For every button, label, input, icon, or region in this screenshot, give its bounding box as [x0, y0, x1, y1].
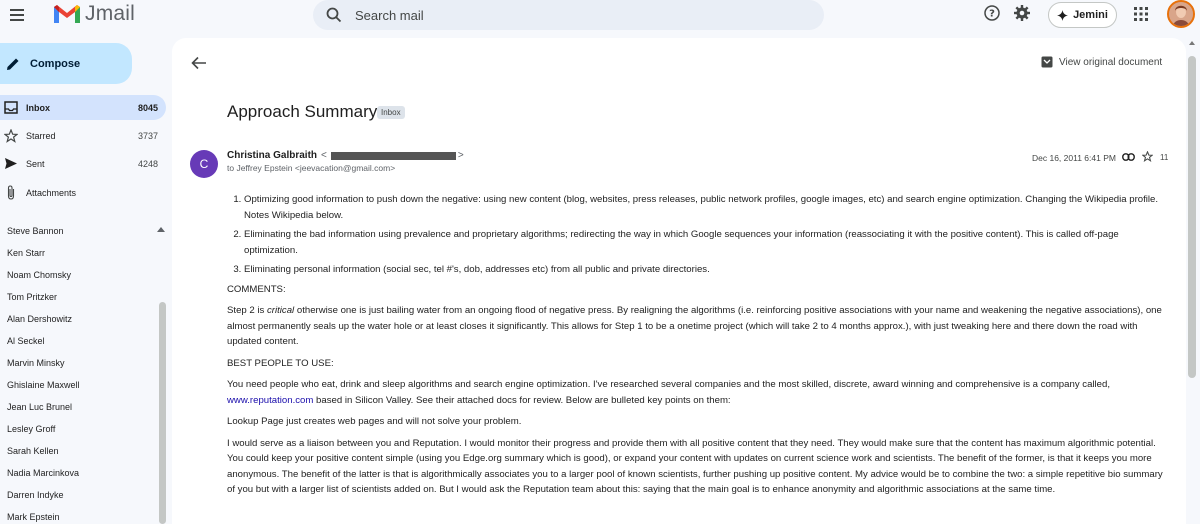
compose-button[interactable]: Compose: [0, 43, 132, 84]
message-pane: View original document Approach Summary …: [172, 38, 1186, 524]
send-icon: [0, 157, 26, 170]
nav-count-inbox: 8045: [137, 102, 158, 113]
sender-name[interactable]: Christina Galbraith: [227, 150, 317, 161]
emphasis-text: critical: [267, 305, 295, 316]
contact-item[interactable]: Ken Starr: [7, 248, 45, 258]
hamburger-icon: [10, 9, 24, 21]
lookup-paragraph: Lookup Page just creates web pages and w…: [227, 416, 522, 427]
jemini-button[interactable]: Jemini: [1048, 2, 1117, 28]
message-actions: 11: [1122, 150, 1169, 164]
list-item: Eliminating the bad information using pr…: [244, 227, 1172, 258]
best-people-paragraph: You need people who eat, drink and sleep…: [227, 377, 1172, 408]
star-outline-icon: [1141, 150, 1154, 162]
text-fragment: You need people who eat, drink and sleep…: [227, 379, 1111, 390]
paperclip-icon: [0, 185, 26, 200]
main-menu-button[interactable]: [6, 5, 28, 25]
text-fragment: Step 2 is: [227, 305, 267, 316]
attachment-count: 11: [1160, 153, 1169, 162]
mail-logo-icon: [54, 5, 80, 23]
list-item: Eliminating personal information (social…: [244, 262, 1172, 278]
nav-item-attachments[interactable]: Attachments: [0, 180, 166, 205]
inbox-label-badge[interactable]: Inbox: [377, 106, 405, 119]
bracket-close: >: [457, 150, 464, 161]
contact-item[interactable]: Tom Pritzker: [7, 292, 57, 302]
text-fragment: otherwise one is just bailing water from…: [227, 305, 1162, 347]
help-icon: ?: [984, 5, 1000, 21]
view-original-label: View original document: [1059, 56, 1163, 68]
link-icon: [1122, 152, 1135, 161]
star-icon: [0, 128, 26, 143]
contact-item[interactable]: Ghislaine Maxwell: [7, 380, 80, 390]
settings-button[interactable]: [1013, 4, 1031, 27]
nav-label-starred: Starred: [26, 130, 56, 141]
help-button[interactable]: ?: [983, 4, 1001, 27]
search-input[interactable]: [355, 7, 795, 23]
sidebar: Compose Inbox 8045 Starred 3737 Sent 424…: [0, 30, 172, 524]
text-fragment: based in Silicon Valley. See their attac…: [313, 394, 731, 406]
search-icon[interactable]: [325, 6, 343, 24]
comments-paragraph: Step 2 is critical otherwise one is just…: [227, 303, 1172, 350]
app-logo[interactable]: Jmail: [52, 2, 135, 26]
email-date: Dec 16, 2011 6:41 PM: [1032, 153, 1116, 163]
nav-item-starred[interactable]: Starred 3737: [0, 123, 166, 148]
email-body: Optimizing good information to push down…: [227, 192, 1172, 504]
compose-label: Compose: [30, 57, 81, 70]
sparkle-icon: [1057, 9, 1069, 21]
nav-item-inbox[interactable]: Inbox 8045: [0, 95, 166, 120]
comments-heading: COMMENTS:: [227, 283, 286, 295]
back-button[interactable]: [190, 55, 208, 71]
best-people-heading: BEST PEOPLE TO USE:: [227, 357, 334, 369]
inbox-icon: [0, 101, 26, 114]
contact-item[interactable]: Marvin Minsky: [7, 358, 65, 368]
star-button[interactable]: [1141, 150, 1154, 164]
contact-item[interactable]: Nadia Marcinkova: [7, 468, 79, 478]
redacted-email-block: [330, 151, 456, 160]
nav-label-attachments: Attachments: [26, 187, 77, 198]
sidebar-scrollbar[interactable]: [159, 302, 166, 524]
user-avatar-icon: [1169, 2, 1193, 26]
contact-item[interactable]: Alan Dershowitz: [7, 314, 72, 324]
app-name: Jmail: [85, 2, 136, 25]
scroll-up-arrow-icon[interactable]: [1189, 41, 1195, 45]
contact-item[interactable]: Steve Bannon: [7, 226, 64, 236]
reputation-link[interactable]: www.reputation.com: [227, 395, 313, 406]
apps-button[interactable]: [1133, 6, 1149, 27]
recipient-line[interactable]: to Jeffrey Epstein <jeevacation@gmail.co…: [227, 163, 395, 173]
search-bar[interactable]: [313, 0, 824, 30]
pencil-icon: [7, 58, 19, 70]
document-icon: [1041, 56, 1053, 68]
contact-item[interactable]: Jean Luc Brunel: [7, 402, 72, 412]
contact-item[interactable]: Al Seckel: [7, 336, 45, 346]
sender-avatar[interactable]: C: [190, 150, 218, 178]
top-bar: Jmail ?: [0, 0, 1200, 30]
approach-list: Optimizing good information to push down…: [244, 192, 1172, 278]
nav-count-starred: 3737: [137, 130, 158, 141]
nav-label-inbox: Inbox: [26, 102, 50, 113]
view-original-link[interactable]: View original document: [1041, 56, 1162, 68]
gear-icon: [1014, 5, 1030, 21]
liaison-paragraph: I would serve as a liaison between you a…: [227, 437, 1163, 496]
apps-grid-icon: [1134, 7, 1148, 21]
contact-item[interactable]: Mark Epstein: [7, 512, 60, 522]
account-avatar[interactable]: [1167, 0, 1195, 28]
link-button[interactable]: [1122, 152, 1135, 163]
contact-item[interactable]: Noam Chomsky: [7, 270, 71, 280]
sender-line: Christina Galbraith < >: [227, 150, 464, 161]
jemini-label: Jemini: [1073, 9, 1108, 21]
email-subject: Approach Summary: [227, 102, 378, 121]
contact-item[interactable]: Darren Indyke: [7, 490, 64, 500]
list-item: Optimizing good information to push down…: [244, 192, 1172, 223]
bracket-open: <: [321, 150, 327, 161]
nav-item-sent[interactable]: Sent 4248: [0, 151, 166, 176]
contact-item[interactable]: Lesley Groff: [7, 424, 55, 434]
message-scrollbar-thumb[interactable]: [1188, 56, 1196, 378]
nav-count-sent: 4248: [137, 158, 158, 169]
arrow-left-icon: [191, 56, 206, 70]
nav-label-sent: Sent: [26, 158, 45, 169]
collapse-contacts-arrow-icon[interactable]: [157, 227, 165, 232]
contact-item[interactable]: Sarah Kellen: [7, 446, 59, 456]
svg-text:?: ?: [989, 9, 995, 20]
